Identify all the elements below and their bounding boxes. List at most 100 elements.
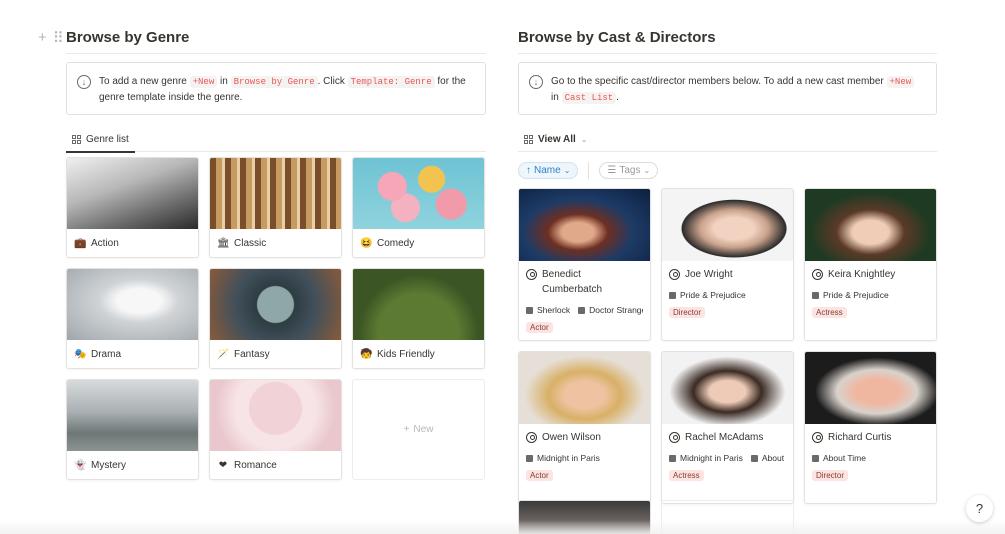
cast-card-body: Owen Wilson Midnight in Paris Actor <box>519 424 650 487</box>
related-movie[interactable]: Midnight in Paris <box>526 453 600 463</box>
view-all-dropdown[interactable]: View All ⌄ <box>518 127 594 152</box>
cast-card[interactable]: Benedict Cumberbatch Sherlock Doctor Stra… <box>518 188 651 341</box>
genre-card[interactable]: 😆 Comedy <box>352 157 485 258</box>
cast-card-body: Benedict Cumberbatch Sherlock Doctor Stra… <box>519 261 650 339</box>
genre-cover-image <box>67 158 198 229</box>
related-movie[interactable]: About Time <box>812 453 866 463</box>
genre-cover-image <box>67 380 198 451</box>
genre-card[interactable]: 💼 Action <box>66 157 199 258</box>
cast-photo <box>805 189 936 261</box>
filter-divider <box>588 161 590 179</box>
page-icon <box>526 454 533 462</box>
new-label: New <box>413 424 434 435</box>
related-movie[interactable]: Midnight in Paris <box>669 453 743 463</box>
role-tag: Actor <box>526 470 553 481</box>
help-button[interactable]: ? <box>966 495 993 522</box>
filter-tags-pill[interactable]: ☰ Tags ⌄ <box>599 161 659 179</box>
genre-cover-image <box>210 158 341 229</box>
related-movie-title: Doctor Strange <box>589 305 643 315</box>
view-label: View All <box>538 134 576 145</box>
chevron-down-icon: ⌄ <box>643 165 651 175</box>
person-icon <box>812 269 823 280</box>
cast-section: Browse by Cast & Directors ↓ Go to the s… <box>518 0 937 179</box>
genre-card-label: ❤ Romance <box>210 451 341 479</box>
genre-name: Comedy <box>377 238 415 249</box>
callout-text: in <box>217 76 231 87</box>
genre-name: Action <box>91 238 119 249</box>
cast-card[interactable]: Richard Curtis About Time Director <box>804 351 937 504</box>
cast-card[interactable]: Keira Knightley Pride & Prejudice Actres… <box>804 188 937 341</box>
magic-wand-icon: 🪄 <box>217 349 230 360</box>
callout-code: +New <box>886 76 915 88</box>
page-icon <box>812 291 819 299</box>
notion-page: + ⠿ Browse by Genre ↓ To add a new genre… <box>0 0 1005 534</box>
related-movie[interactable]: Pride & Prejudice <box>812 290 889 300</box>
page-icon <box>812 454 819 462</box>
callout-code: Cast List <box>561 92 617 104</box>
genre-name: Classic <box>234 238 267 249</box>
genre-cover-image <box>67 269 198 340</box>
related-movies: Pride & Prejudice <box>812 290 929 300</box>
person-icon <box>669 269 680 280</box>
cast-photo <box>519 352 650 424</box>
genre-card[interactable]: 🎭 Drama <box>66 268 199 369</box>
cast-name-row: Keira Knightley <box>812 267 929 282</box>
sort-name-pill[interactable]: ↑ Name ⌄ <box>518 161 579 179</box>
related-movie[interactable]: Pride & Prejudice <box>669 290 746 300</box>
cast-card[interactable]: Joe Wright Pride & Prejudice Director <box>661 188 794 341</box>
arrow-down-circle-icon: ↓ <box>529 75 543 89</box>
related-movie-title: Pride & Prejudice <box>823 290 889 300</box>
briefcase-icon: 💼 <box>74 238 87 249</box>
genre-card-label: 💼 Action <box>67 229 198 257</box>
callout-text: To add a new genre <box>99 76 190 87</box>
related-movies: Midnight in Paris About <box>669 453 786 463</box>
genre-cover-image <box>353 269 484 340</box>
genre-section-title: Browse by Genre <box>66 0 486 54</box>
callout-text: . <box>616 92 619 103</box>
genre-card[interactable]: 👻 Mystery <box>66 379 199 480</box>
masks-icon: 🎭 <box>74 349 87 360</box>
cast-name-row: Owen Wilson <box>526 430 643 445</box>
role-tag: Actress <box>669 470 704 481</box>
genre-card[interactable]: ❤ Romance <box>209 379 342 480</box>
new-genre-button[interactable]: + New <box>352 379 485 480</box>
tab-genre-list[interactable]: Genre list <box>66 127 135 153</box>
cast-photo <box>662 352 793 424</box>
genre-gallery: 💼 Action 🏛 Classic 😆 Comedy 🎭 Drama 🪄 Fa… <box>66 157 485 480</box>
related-movies: Sherlock Doctor Strange <box>526 305 643 315</box>
drag-handle-icon[interactable]: ⠿ <box>53 29 64 47</box>
plus-icon[interactable]: + <box>38 29 47 47</box>
block-handle[interactable]: + ⠿ <box>38 29 64 47</box>
cast-photo <box>519 189 650 261</box>
related-movie-title: About Time <box>823 453 866 463</box>
museum-icon: 🏛 <box>217 238 230 249</box>
gallery-icon <box>524 135 533 144</box>
pill-label: Name <box>534 164 561 176</box>
cast-card[interactable]: Owen Wilson Midnight in Paris Actor <box>518 351 651 504</box>
plus-icon: + <box>403 424 410 435</box>
ghost-icon: 👻 <box>74 460 87 471</box>
related-movie-title: Pride & Prejudice <box>680 290 746 300</box>
genre-card[interactable]: 🪄 Fantasy <box>209 268 342 369</box>
cast-card[interactable]: Rachel McAdams Midnight in Paris About Ac… <box>661 351 794 504</box>
related-movie[interactable]: About <box>750 453 784 463</box>
cast-gallery: Benedict Cumberbatch Sherlock Doctor Stra… <box>518 188 937 504</box>
cast-name-row: Joe Wright <box>669 267 786 282</box>
callout-text: in <box>551 92 562 103</box>
laughing-face-icon: 😆 <box>360 238 373 249</box>
cast-card-body: Joe Wright Pride & Prejudice Director <box>662 261 793 324</box>
callout-code: +New <box>189 76 218 88</box>
cast-name: Richard Curtis <box>828 432 892 443</box>
genre-view-tabs: Genre list <box>66 127 486 153</box>
genre-card-label: 👻 Mystery <box>67 451 198 479</box>
person-icon <box>669 432 680 443</box>
callout-text: . Click <box>317 76 348 87</box>
genre-card[interactable]: 🏛 Classic <box>209 157 342 258</box>
chevron-down-icon: ⌄ <box>563 165 571 175</box>
related-movie[interactable]: Doctor Strange <box>578 305 643 315</box>
related-movie[interactable]: Sherlock <box>526 305 570 315</box>
cast-name: Benedict Cumberbatch <box>542 269 603 295</box>
genre-card[interactable]: 🧒 Kids Friendly <box>352 268 485 369</box>
tab-label: Genre list <box>86 134 129 145</box>
cast-card-body: Rachel McAdams Midnight in Paris About Ac… <box>662 424 793 487</box>
